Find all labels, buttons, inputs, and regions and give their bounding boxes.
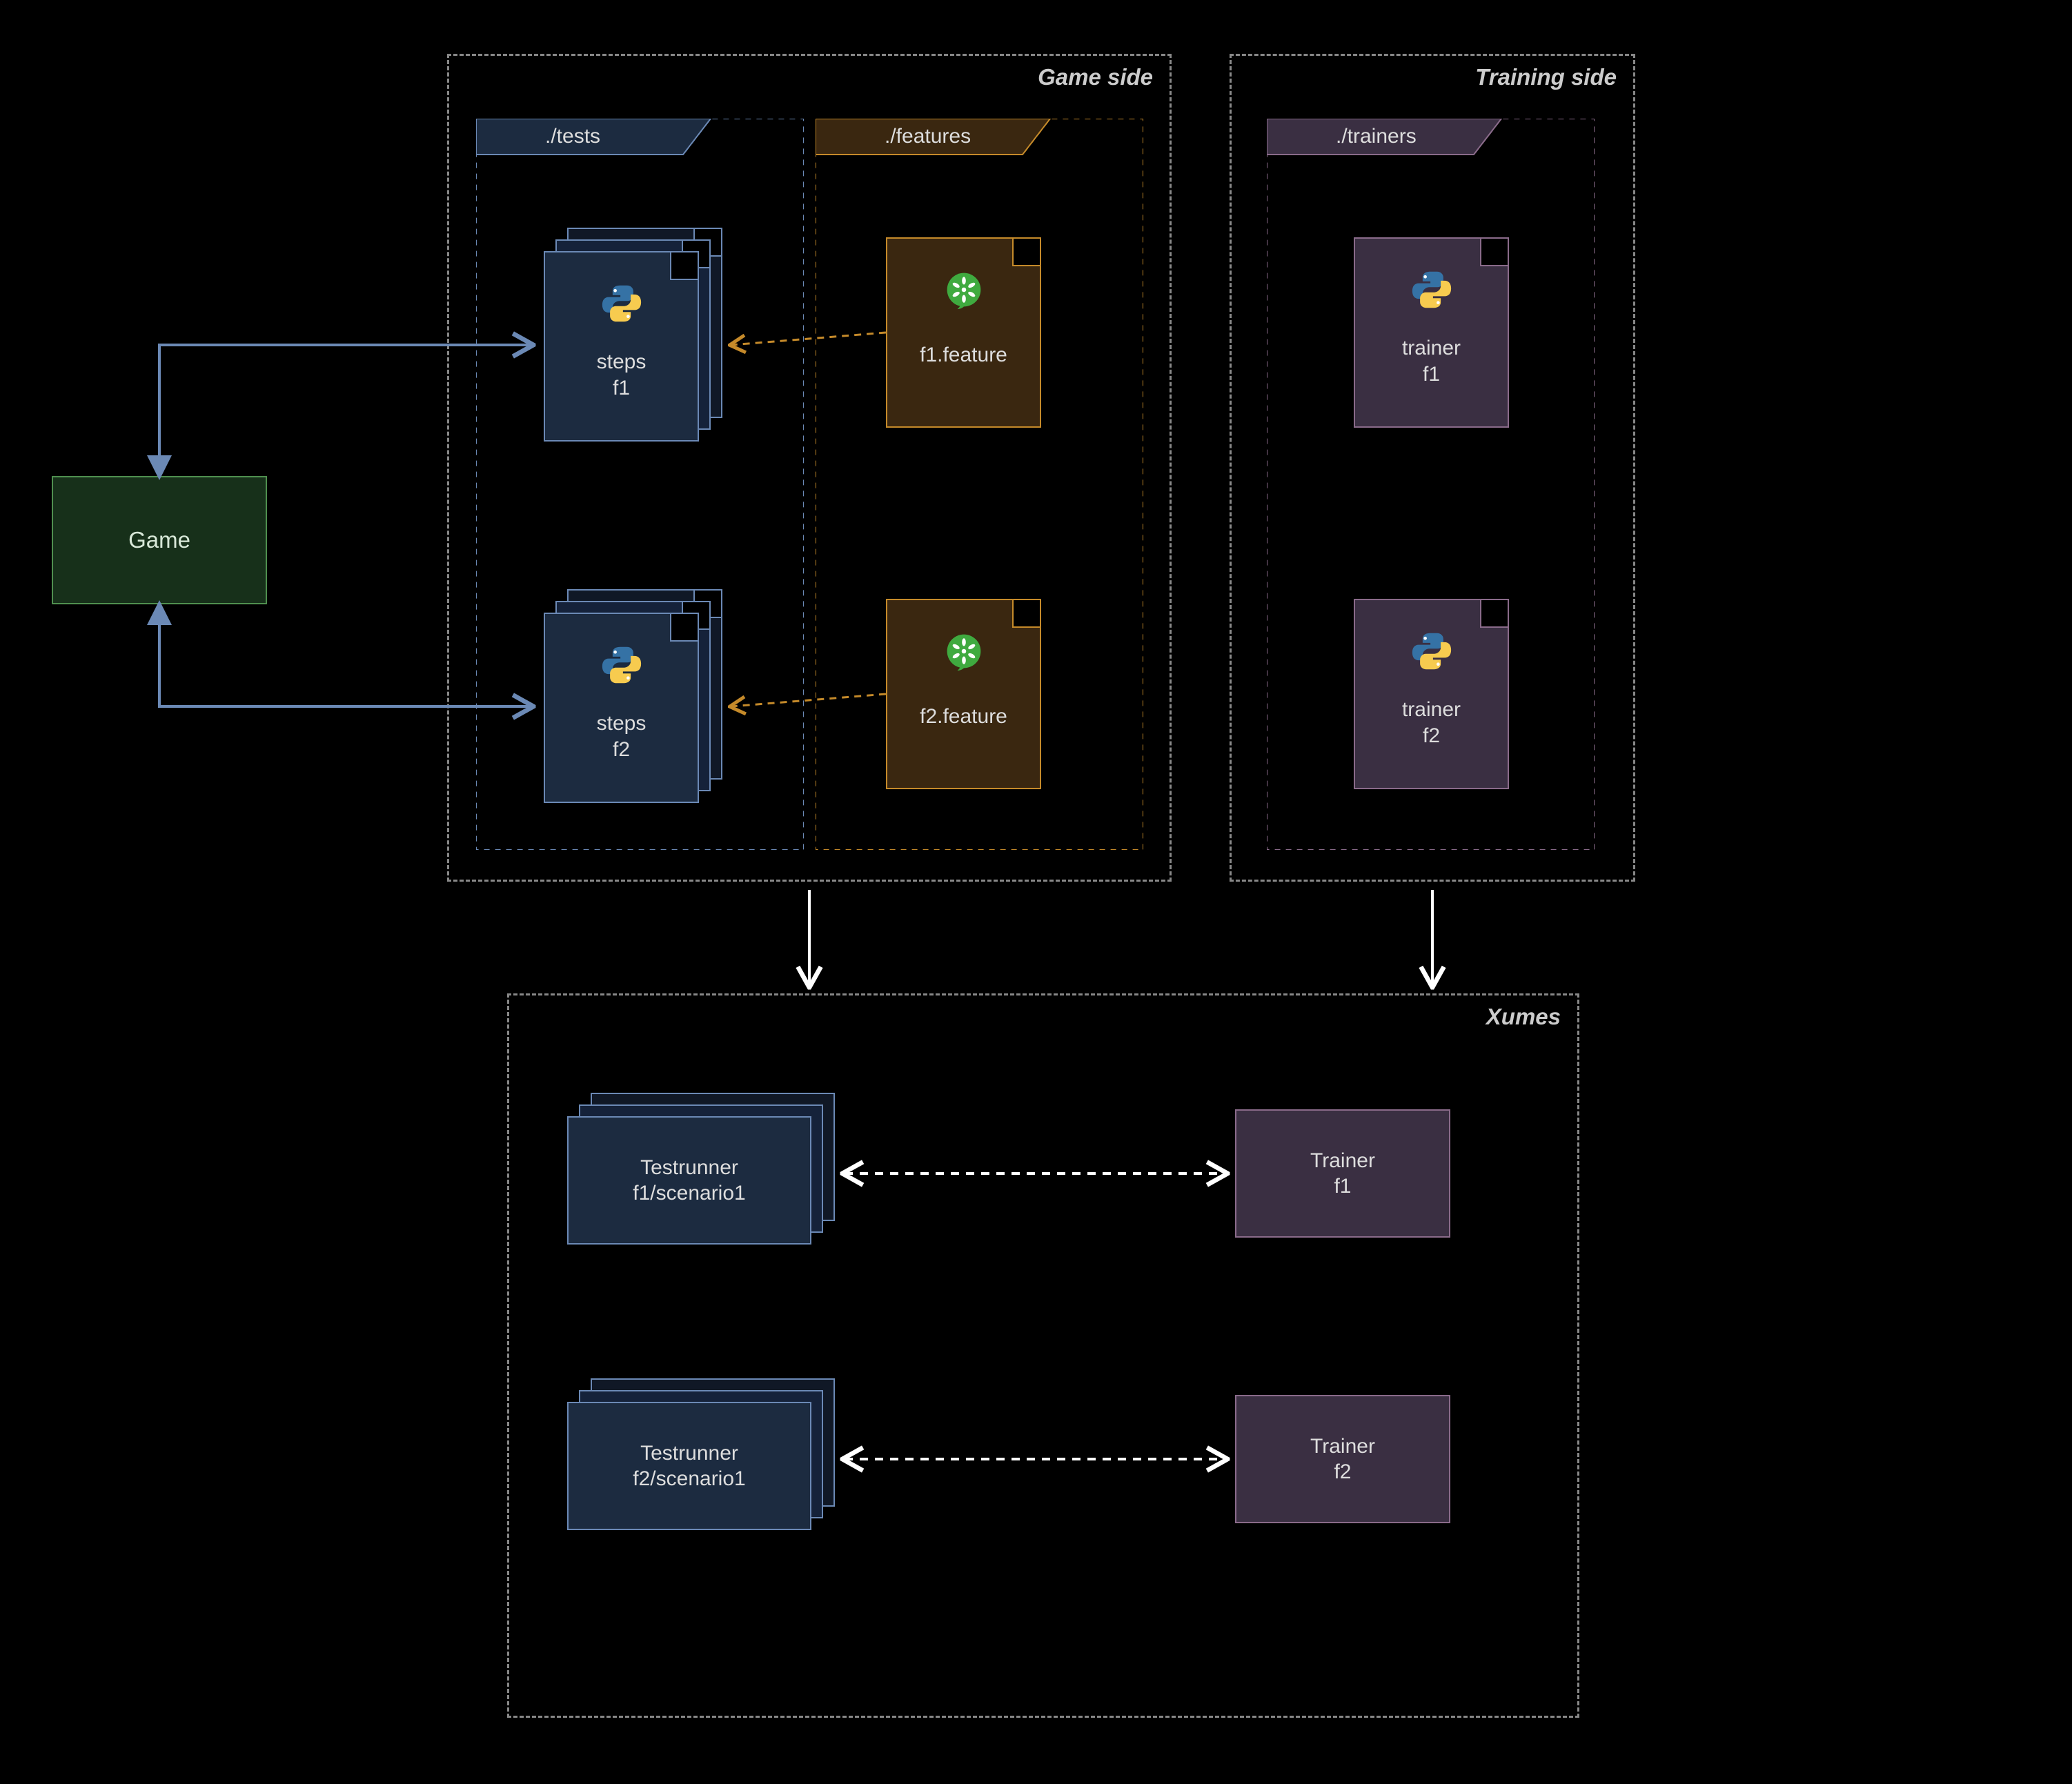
box-testrunner-1-l1: Testrunner [640, 1156, 738, 1179]
panel-title-training-side: Training side [1475, 64, 1617, 90]
box-trainer-1-l1: Trainer [1310, 1149, 1375, 1172]
folder-trainers-label: ./trainers [1267, 119, 1417, 155]
file-trainer-f2-l2: f2 [1423, 724, 1440, 747]
file-trainer-f2-l1: trainer [1402, 698, 1461, 721]
box-testrunner-2-stack: Testrunner f2/scenario1 [567, 1378, 811, 1507]
file-feature-f1-label: f1.feature [920, 344, 1007, 366]
box-trainer-1-l2: f1 [1334, 1175, 1351, 1198]
panel-title-game-side: Game side [1038, 64, 1153, 90]
box-trainer-2-l1: Trainer [1310, 1435, 1375, 1458]
file-trainer-f1-l2: f1 [1423, 363, 1440, 386]
file-steps-f2-l1: steps [597, 712, 647, 735]
box-game-label: Game [128, 527, 190, 553]
python-icon [1411, 269, 1452, 310]
file-steps-f1-l2: f1 [613, 377, 630, 399]
box-game: Game [52, 476, 267, 604]
file-trainer-f1: trainer f1 [1354, 237, 1509, 428]
box-trainer-2-l2: f2 [1334, 1460, 1351, 1483]
box-trainer-1: Trainer f1 [1235, 1109, 1450, 1238]
file-feature-f2: f2.feature [886, 599, 1041, 789]
file-steps-f2: steps f2 [544, 589, 699, 780]
folder-features-label: ./features [816, 119, 971, 155]
file-steps-f2-l2: f2 [613, 738, 630, 761]
file-feature-f1: f1.feature [886, 237, 1041, 428]
file-trainer-f2: trainer f2 [1354, 599, 1509, 789]
box-testrunner-2-l1: Testrunner [640, 1442, 738, 1465]
box-testrunner-2-l2: f2/scenario1 [633, 1467, 745, 1490]
file-trainer-f1-l1: trainer [1402, 337, 1461, 359]
python-icon [1411, 631, 1452, 672]
box-testrunner-1-l2: f1/scenario1 [633, 1182, 745, 1205]
folder-tests-label: ./tests [476, 119, 600, 155]
python-icon [601, 644, 642, 686]
box-trainer-2: Trainer f2 [1235, 1395, 1450, 1523]
cucumber-icon [943, 631, 985, 672]
box-testrunner-1-stack: Testrunner f1/scenario1 [567, 1093, 811, 1221]
file-feature-f2-label: f2.feature [920, 705, 1007, 728]
file-steps-f1-l1: steps [597, 350, 647, 373]
panel-title-xumes: Xumes [1486, 1004, 1561, 1030]
file-steps-f1: steps f1 [544, 228, 699, 418]
python-icon [601, 283, 642, 324]
cucumber-icon [943, 269, 985, 310]
